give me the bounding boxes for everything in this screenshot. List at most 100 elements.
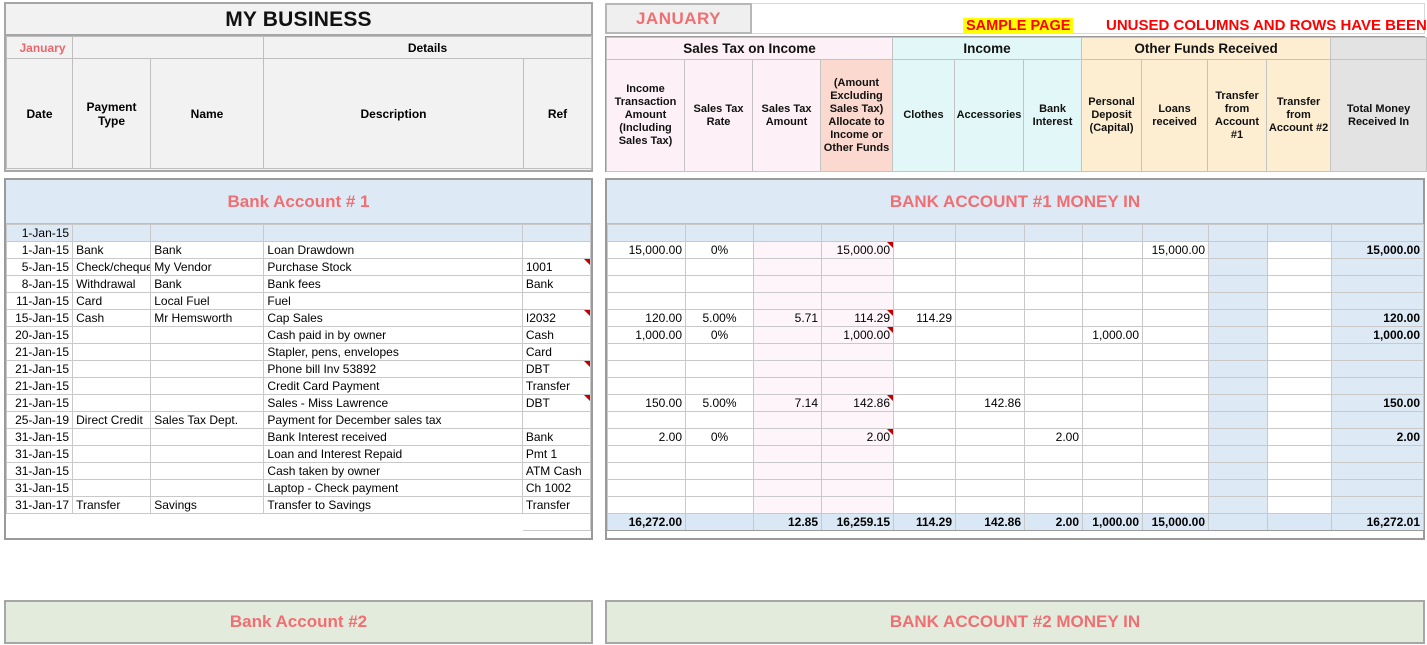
cell-transfer-from-1[interactable] bbox=[1208, 360, 1268, 378]
cell-accessories[interactable] bbox=[955, 411, 1025, 429]
cell-loans-received[interactable]: 15,000.00 bbox=[1142, 241, 1209, 259]
cell-transfer-from-1[interactable] bbox=[1208, 292, 1268, 310]
cell-transfer-from-2[interactable] bbox=[1267, 496, 1332, 514]
cell-tax-rate[interactable] bbox=[685, 275, 754, 293]
cell-name[interactable] bbox=[150, 445, 265, 463]
cell-tax-rate[interactable] bbox=[685, 343, 754, 361]
cell-name[interactable]: Local Fuel bbox=[150, 292, 265, 310]
cell-excluding-tax[interactable]: 2.00 bbox=[821, 428, 894, 446]
cell-accessories[interactable] bbox=[955, 377, 1025, 395]
cell-clothes[interactable] bbox=[893, 241, 956, 259]
cell-name[interactable] bbox=[150, 479, 265, 497]
cell-tax-amount[interactable] bbox=[753, 224, 822, 242]
cell-ref[interactable]: Pmt 1 bbox=[521, 445, 592, 463]
table-row[interactable]: 150.00 5.00% 7.14 142.86 142.86 150.00 bbox=[607, 394, 1424, 412]
cell-total-received[interactable]: 120.00 bbox=[1331, 309, 1424, 327]
cell-description[interactable]: Cash paid in by owner bbox=[263, 326, 523, 344]
cell-personal-deposit[interactable] bbox=[1082, 462, 1143, 480]
cell-tax-rate[interactable] bbox=[685, 496, 754, 514]
cell-ref[interactable]: DBT bbox=[521, 360, 592, 378]
cell-clothes[interactable] bbox=[893, 275, 956, 293]
cell-tax-amount[interactable]: 7.14 bbox=[753, 394, 822, 412]
table-row[interactable]: 21-Jan-15 Stapler, pens, envelopes Card bbox=[5, 343, 592, 361]
cell-tax-rate[interactable] bbox=[685, 479, 754, 497]
table-row[interactable] bbox=[607, 479, 1424, 497]
cell-personal-deposit[interactable] bbox=[1082, 309, 1143, 327]
cell-description[interactable]: Phone bill Inv 53892 bbox=[263, 360, 523, 378]
cell-tax-amount[interactable] bbox=[753, 428, 822, 446]
cell-accessories[interactable] bbox=[955, 258, 1025, 276]
cell-clothes[interactable] bbox=[893, 496, 956, 514]
cell-transfer-from-2[interactable] bbox=[1267, 360, 1332, 378]
cell-accessories[interactable] bbox=[955, 445, 1025, 463]
cell-description[interactable]: Cash taken by owner bbox=[263, 462, 523, 480]
table-row[interactable]: 8-Jan-15 Withdrawal Bank Bank fees Bank bbox=[5, 275, 592, 293]
cell-total-received[interactable] bbox=[1331, 258, 1424, 276]
cell-accessories[interactable] bbox=[955, 326, 1025, 344]
cell-excluding-tax[interactable] bbox=[821, 275, 894, 293]
cell-name[interactable] bbox=[150, 343, 265, 361]
cell-personal-deposit[interactable] bbox=[1082, 394, 1143, 412]
table-row[interactable]: 21-Jan-15 Credit Card Payment Transfer bbox=[5, 377, 592, 395]
cell-tax-amount[interactable] bbox=[753, 411, 822, 429]
cell-description[interactable]: Purchase Stock bbox=[263, 258, 523, 276]
cell-description[interactable]: Payment for December sales tax bbox=[263, 411, 523, 429]
cell-name[interactable]: Bank bbox=[150, 275, 265, 293]
cell-description[interactable] bbox=[263, 224, 523, 242]
cell-transfer-from-1[interactable] bbox=[1208, 224, 1268, 242]
cell-accessories[interactable] bbox=[955, 309, 1025, 327]
cell-payment-type[interactable] bbox=[72, 394, 152, 412]
table-row[interactable]: 2.00 0% 2.00 2.00 2.00 bbox=[607, 428, 1424, 446]
cell-name[interactable]: Sales Tax Dept. bbox=[150, 411, 265, 429]
cell-loans-received[interactable] bbox=[1142, 292, 1209, 310]
table-row[interactable] bbox=[607, 292, 1424, 310]
cell-name[interactable]: Mr Hemsworth bbox=[150, 309, 265, 327]
cell-bank-interest[interactable] bbox=[1024, 292, 1083, 310]
cell-bank-interest[interactable] bbox=[1024, 479, 1083, 497]
cell-name[interactable] bbox=[150, 462, 265, 480]
cell-total-received[interactable] bbox=[1331, 462, 1424, 480]
cell-excluding-tax[interactable] bbox=[821, 411, 894, 429]
cell-excluding-tax[interactable] bbox=[821, 343, 894, 361]
cell-transfer-from-2[interactable] bbox=[1267, 241, 1332, 259]
cell-date[interactable]: 21-Jan-15 bbox=[5, 343, 74, 361]
cell-clothes[interactable] bbox=[893, 258, 956, 276]
cell-excluding-tax[interactable] bbox=[821, 462, 894, 480]
table-row[interactable]: 20-Jan-15 Cash paid in by owner Cash bbox=[5, 326, 592, 344]
cell-loans-received[interactable] bbox=[1142, 360, 1209, 378]
cell-description[interactable]: Bank fees bbox=[263, 275, 523, 293]
cell-payment-type[interactable] bbox=[72, 445, 152, 463]
cell-excluding-tax[interactable]: 1,000.00 bbox=[821, 326, 894, 344]
cell-ref[interactable]: Ch 1002 bbox=[521, 479, 592, 497]
cell-accessories[interactable] bbox=[955, 428, 1025, 446]
cell-transfer-from-2[interactable] bbox=[1267, 428, 1332, 446]
cell-bank-interest[interactable] bbox=[1024, 224, 1083, 242]
cell-date[interactable]: 1-Jan-15 bbox=[5, 224, 74, 242]
cell-clothes[interactable] bbox=[893, 292, 956, 310]
cell-accessories[interactable] bbox=[955, 224, 1025, 242]
cell-total-received[interactable]: 2.00 bbox=[1331, 428, 1424, 446]
cell-date[interactable]: 20-Jan-15 bbox=[5, 326, 74, 344]
cell-loans-received[interactable] bbox=[1142, 445, 1209, 463]
table-row[interactable]: 1-Jan-15 Bank Bank Loan Drawdown bbox=[5, 241, 592, 259]
cell-date[interactable]: 31-Jan-17 bbox=[5, 496, 74, 514]
cell-transfer-from-1[interactable] bbox=[1208, 309, 1268, 327]
cell-loans-received[interactable] bbox=[1142, 394, 1209, 412]
table-row[interactable] bbox=[607, 377, 1424, 395]
cell-ref[interactable]: Transfer bbox=[521, 377, 592, 395]
cell-payment-type[interactable]: Transfer bbox=[72, 496, 152, 514]
cell-personal-deposit[interactable] bbox=[1082, 445, 1143, 463]
cell-income-amount[interactable] bbox=[607, 258, 686, 276]
cell-name[interactable] bbox=[150, 360, 265, 378]
cell-tax-amount[interactable] bbox=[753, 377, 822, 395]
cell-transfer-from-2[interactable] bbox=[1267, 377, 1332, 395]
cell-loans-received[interactable] bbox=[1142, 411, 1209, 429]
cell-ref[interactable] bbox=[521, 224, 592, 242]
cell-personal-deposit[interactable] bbox=[1082, 479, 1143, 497]
cell-empty[interactable] bbox=[150, 513, 264, 531]
table-row[interactable]: 120.00 5.00% 5.71 114.29 114.29 120.00 bbox=[607, 309, 1424, 327]
table-row[interactable] bbox=[607, 411, 1424, 429]
cell-tax-rate[interactable] bbox=[685, 292, 754, 310]
cell-tax-amount[interactable] bbox=[753, 479, 822, 497]
cell-bank-interest[interactable] bbox=[1024, 241, 1083, 259]
